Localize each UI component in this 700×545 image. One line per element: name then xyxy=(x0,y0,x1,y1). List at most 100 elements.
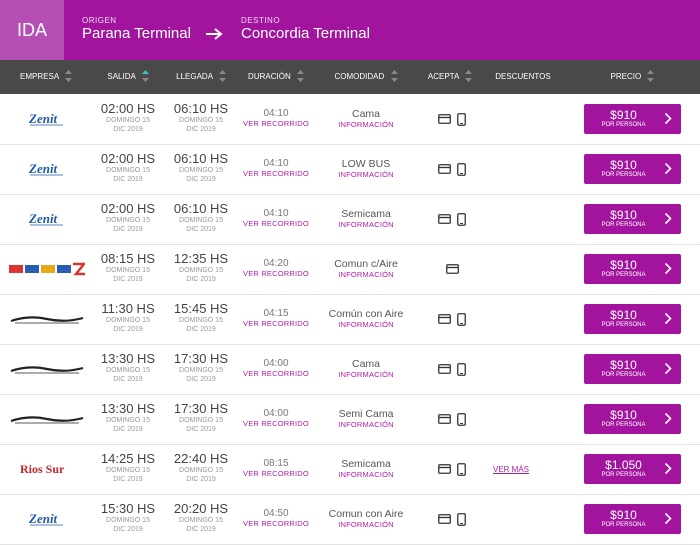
ver-recorrido-link[interactable]: VER RECORRIDO xyxy=(238,319,314,328)
arrival-day: DOMINGO 15 xyxy=(179,217,223,224)
ver-recorrido-link[interactable]: VER RECORRIDO xyxy=(238,419,314,428)
tab-ida[interactable]: IDA xyxy=(0,0,64,60)
price-button[interactable]: $910 POR PERSONA xyxy=(584,504,681,534)
table-row[interactable]: Zenit 15:30 HS DOMINGO 15 DIC 2019 20:20… xyxy=(0,494,700,545)
zenit-logo: Zenit xyxy=(28,211,63,226)
table-row[interactable]: Zenit 02:00 HS DOMINGO 15 DIC 2019 06:10… xyxy=(0,94,700,145)
informacion-link[interactable]: INFORMACIÓN xyxy=(318,520,414,529)
chevron-right-icon xyxy=(664,512,672,525)
phone-icon xyxy=(457,162,466,176)
table-row[interactable]: Rios Sur 14:25 HS DOMINGO 15 DIC 2019 22… xyxy=(0,444,700,495)
ver-recorrido-link[interactable]: VER RECORRIDO xyxy=(238,469,314,478)
company-logo: Zenit xyxy=(4,158,90,180)
destination-label: DESTINO xyxy=(241,16,281,25)
table-row[interactable]: 13:30 HS DOMINGO 15 DIC 2019 17:30 HS DO… xyxy=(0,344,700,395)
duration-value: 04:00 xyxy=(263,358,289,369)
comfort-cell: Cama INFORMACIÓN xyxy=(318,108,414,129)
arrival-time: 06:10 HS xyxy=(173,201,229,216)
arrival-month: DIC 2019 xyxy=(186,126,216,133)
ver-recorrido-link[interactable]: VER RECORRIDO xyxy=(238,219,314,228)
sort-icon xyxy=(465,69,473,82)
departure-time: 02:00 HS xyxy=(100,101,156,116)
column-llegada[interactable]: LLEGADA xyxy=(164,60,238,94)
column-salida-label: SALIDA xyxy=(107,72,136,81)
column-acepta[interactable]: ACEPTA xyxy=(418,60,482,94)
price-button[interactable]: $910 POR PERSONA xyxy=(584,204,681,234)
arrival-cell: 17:30 HS DOMINGO 15 DIC 2019 xyxy=(164,351,238,384)
informacion-link[interactable]: INFORMACIÓN xyxy=(318,320,414,329)
table-row[interactable]: Zenit 02:00 HS DOMINGO 15 DIC 2019 06:10… xyxy=(0,144,700,195)
price-button[interactable]: $910 POR PERSONA xyxy=(584,104,681,134)
table-row[interactable]: Zenit 02:00 HS DOMINGO 15 DIC 2019 06:10… xyxy=(0,194,700,245)
sort-icon xyxy=(296,69,304,82)
column-empresa[interactable]: EMPRESA xyxy=(0,60,92,94)
table-header: EMPRESA SALIDA LLEGADA DURACIÓN COMODIDA… xyxy=(0,60,700,94)
duration-value: 04:00 xyxy=(263,408,289,419)
departure-month: DIC 2019 xyxy=(113,126,143,133)
arrival-cell: 17:30 HS DOMINGO 15 DIC 2019 xyxy=(164,401,238,434)
table-row[interactable]: 13:30 HS DOMINGO 15 DIC 2019 17:30 HS DO… xyxy=(0,394,700,445)
price-button[interactable]: $910 POR PERSONA xyxy=(584,354,681,384)
departure-cell: 13:30 HS DOMINGO 15 DIC 2019 xyxy=(92,351,164,384)
price-button[interactable]: $910 POR PERSONA xyxy=(584,404,681,434)
departure-cell: 02:00 HS DOMINGO 15 DIC 2019 xyxy=(92,201,164,234)
ver-recorrido-link[interactable]: VER RECORRIDO xyxy=(238,519,314,528)
departure-day: DOMINGO 15 xyxy=(106,417,150,424)
informacion-link[interactable]: INFORMACIÓN xyxy=(318,170,414,179)
informacion-link[interactable]: INFORMACIÓN xyxy=(318,270,414,279)
departure-day: DOMINGO 15 xyxy=(106,517,150,524)
arrival-month: DIC 2019 xyxy=(186,426,216,433)
departure-time: 13:30 HS xyxy=(100,401,156,416)
arrival-time: 06:10 HS xyxy=(173,151,229,166)
departure-cell: 14:25 HS DOMINGO 15 DIC 2019 xyxy=(92,451,164,484)
arrival-month: DIC 2019 xyxy=(186,176,216,183)
departure-day: DOMINGO 15 xyxy=(106,317,150,324)
arrival-time: 17:30 HS xyxy=(173,351,229,366)
card-icon xyxy=(438,214,451,224)
departure-cell: 13:30 HS DOMINGO 15 DIC 2019 xyxy=(92,401,164,434)
ver-mas-link[interactable]: VER MÁS xyxy=(493,465,529,474)
arrival-day: DOMINGO 15 xyxy=(179,317,223,324)
sort-icon xyxy=(647,69,655,82)
ver-recorrido-link[interactable]: VER RECORRIDO xyxy=(238,269,314,278)
price-button[interactable]: $910 POR PERSONA xyxy=(584,254,681,284)
column-salida[interactable]: SALIDA xyxy=(92,60,164,94)
price-button[interactable]: $910 POR PERSONA xyxy=(584,154,681,184)
departure-day: DOMINGO 15 xyxy=(106,267,150,274)
informacion-link[interactable]: INFORMACIÓN xyxy=(318,470,414,479)
ver-recorrido-link[interactable]: VER RECORRIDO xyxy=(238,369,314,378)
duration-cell: 04:10 VER RECORRIDO xyxy=(238,108,314,128)
departure-time: 02:00 HS xyxy=(100,201,156,216)
ver-recorrido-link[interactable]: VER RECORRIDO xyxy=(238,169,314,178)
ver-recorrido-link[interactable]: VER RECORRIDO xyxy=(238,119,314,128)
column-duracion-label: DURACIÓN xyxy=(248,72,291,81)
column-precio[interactable]: PRECIO xyxy=(584,60,681,94)
payment-methods xyxy=(435,411,469,427)
price-button[interactable]: $910 POR PERSONA xyxy=(584,304,681,334)
card-icon xyxy=(446,264,459,274)
arrival-cell: 06:10 HS DOMINGO 15 DIC 2019 xyxy=(164,151,238,184)
informacion-link[interactable]: INFORMACIÓN xyxy=(318,420,414,429)
card-icon xyxy=(438,114,451,124)
comfort-value: Común con Aire xyxy=(328,308,404,320)
price-button[interactable]: $1.050 POR PERSONA xyxy=(584,454,681,484)
comfort-cell: Común con Aire INFORMACIÓN xyxy=(318,308,414,329)
origin-label: ORIGEN xyxy=(82,16,117,25)
payment-methods xyxy=(443,261,462,277)
table-row[interactable]: 08:15 HS DOMINGO 15 DIC 2019 12:35 HS DO… xyxy=(0,244,700,295)
column-comodidad[interactable]: COMODIDAD xyxy=(318,60,414,94)
comfort-cell: Semicama INFORMACIÓN xyxy=(318,208,414,229)
payment-methods xyxy=(435,511,469,527)
sort-icon xyxy=(218,69,226,82)
departure-day: DOMINGO 15 xyxy=(106,217,150,224)
departure-day: DOMINGO 15 xyxy=(106,467,150,474)
informacion-link[interactable]: INFORMACIÓN xyxy=(318,220,414,229)
informacion-link[interactable]: INFORMACIÓN xyxy=(318,120,414,129)
multi-company-logo xyxy=(9,262,85,276)
column-duracion[interactable]: DURACIÓN xyxy=(238,60,314,94)
informacion-link[interactable]: INFORMACIÓN xyxy=(318,370,414,379)
duration-cell: 04:00 VER RECORRIDO xyxy=(238,358,314,378)
table-row[interactable]: 11:30 HS DOMINGO 15 DIC 2019 15:45 HS DO… xyxy=(0,294,700,345)
departure-month: DIC 2019 xyxy=(113,526,143,533)
duration-cell: 04:10 VER RECORRIDO xyxy=(238,158,314,178)
